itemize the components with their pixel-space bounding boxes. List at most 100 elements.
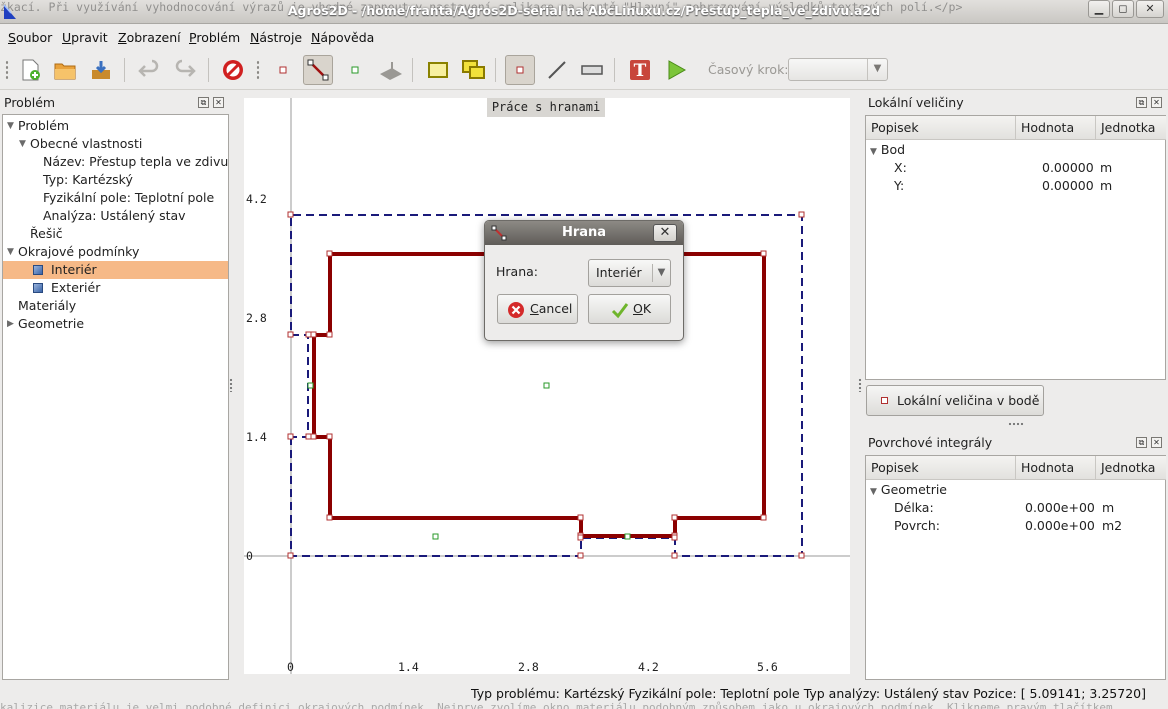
draw-box-button[interactable] <box>577 55 607 85</box>
tree-item[interactable]: Analýza: Ustálený stav <box>3 207 228 225</box>
problem-tree[interactable]: ▼ Problém ▼ Obecné vlastnosti Název: Přestup… <box>2 114 229 680</box>
postprocessor-button[interactable] <box>376 55 406 85</box>
cancel-button[interactable]: Cancel <box>497 294 578 324</box>
edge-icon <box>491 225 507 241</box>
row-value: 0.00000 <box>1042 160 1094 175</box>
column-header-hodnota[interactable]: Hodnota <box>1016 456 1096 480</box>
time-step-combo[interactable]: ▼ <box>788 58 888 81</box>
draw-line-button[interactable] <box>542 55 572 85</box>
tree-group-geometrie[interactable]: ▼ Geometrie <box>870 481 947 499</box>
line-icon <box>548 61 566 79</box>
close-dock-icon[interactable]: ✕ <box>1151 437 1162 448</box>
menu-upravit[interactable]: Upravit <box>62 30 108 45</box>
delete-button[interactable] <box>218 55 248 85</box>
x-tick-label: 1.4 <box>398 660 419 674</box>
column-header-hodnota[interactable]: Hodnota <box>1016 116 1096 140</box>
title-bar[interactable]: žkací. Při využívání vyhodnocování výraz… <box>0 0 1168 24</box>
edge-field-label: Hrana: <box>496 264 538 279</box>
menu-napoveda[interactable]: Nápověda <box>311 30 374 45</box>
tree-item[interactable]: Materiály <box>3 297 228 315</box>
tree-item[interactable]: ▼ Obecné vlastnosti <box>3 135 228 153</box>
tree-item[interactable]: Typ: Kartézský <box>3 171 228 189</box>
column-header-jednotka[interactable]: Jednotka <box>1096 456 1166 480</box>
tree-item[interactable]: Název: Přestup tepla ve zdivu <box>3 153 228 171</box>
new-file-button[interactable] <box>15 55 45 85</box>
splitter-handle[interactable] <box>229 378 233 392</box>
menu-soubor[interactable]: Soubor <box>8 30 52 45</box>
select-node-button[interactable] <box>505 55 535 85</box>
minimize-button[interactable]: ▁ <box>1088 0 1110 18</box>
geometry-canvas[interactable] <box>244 98 850 674</box>
row-unit: m2 <box>1102 518 1123 533</box>
float-dock-icon[interactable]: ⧉ <box>1136 437 1147 448</box>
row-unit: m <box>1100 160 1113 175</box>
surface-integrals-table[interactable]: Popisek Hodnota Jednotka ▼ Geometrie Dél… <box>865 455 1166 680</box>
undo-button[interactable] <box>134 55 164 85</box>
tree-item[interactable]: ▶ Geometrie <box>3 315 228 333</box>
cube-icon <box>33 265 43 275</box>
surface-integrals-title: Povrchové integrály <box>868 435 993 450</box>
tree-group-bod[interactable]: ▼ Bod <box>870 141 905 159</box>
dialog-close-button[interactable]: ✕ <box>653 224 677 242</box>
splitter-handle[interactable] <box>858 378 862 392</box>
tree-item[interactable]: Exteriér <box>3 279 228 297</box>
problem-panel-title: Problém <box>4 95 56 110</box>
chevron-down-icon: ▼ <box>652 264 670 282</box>
add-rectangle-button[interactable] <box>423 55 453 85</box>
node-mode-button[interactable] <box>268 55 298 85</box>
edge-dialog: Hrana ✕ Hrana: Interiér ▼ Cancel OK <box>484 220 684 341</box>
row-unit: m <box>1102 500 1115 515</box>
expand-arrow-icon[interactable]: ▼ <box>7 117 14 135</box>
close-window-button[interactable]: ✕ <box>1136 0 1164 18</box>
column-header-jednotka[interactable]: Jednotka <box>1096 116 1166 140</box>
save-icon <box>92 61 110 79</box>
label-icon <box>351 66 359 74</box>
splitter-handle[interactable] <box>1008 422 1024 426</box>
local-value-at-point-button[interactable]: Lokální veličina v bodě <box>866 385 1044 416</box>
expand-arrow-icon[interactable]: ▼ <box>7 243 14 261</box>
edge-boundary-select[interactable]: Interiér ▼ <box>588 259 671 287</box>
menu-nastroje[interactable]: Nástroje <box>250 30 302 45</box>
status-problem-type: Typ problému: Kartézský <box>471 686 625 701</box>
canvas-mode-header: Práce s hranami <box>487 98 605 117</box>
toolbar-grip[interactable] <box>256 60 260 80</box>
tree-item[interactable]: Interiér <box>3 261 228 279</box>
tree-item[interactable]: ▼ Problém <box>3 117 228 135</box>
column-header-popisek[interactable]: Popisek <box>866 456 1016 480</box>
undo-icon <box>138 59 159 77</box>
tree-item-label: Fyzikální pole: Teplotní pole <box>43 190 215 205</box>
column-header-popisek[interactable]: Popisek <box>866 116 1016 140</box>
open-file-button[interactable] <box>50 55 80 85</box>
toolbar-grip[interactable] <box>5 60 9 80</box>
save-file-button[interactable] <box>86 55 116 85</box>
select-node-icon <box>516 66 524 74</box>
tree-item[interactable]: Řešič <box>3 225 228 243</box>
float-dock-icon[interactable]: ⧉ <box>198 97 209 108</box>
close-dock-icon[interactable]: ✕ <box>1151 97 1162 108</box>
expand-arrow-icon[interactable]: ▼ <box>19 135 26 153</box>
menu-problem[interactable]: Problém <box>189 30 240 45</box>
box-icon <box>581 65 603 75</box>
local-values-table[interactable]: Popisek Hodnota Jednotka ▼ Bod X: 0.0000… <box>865 115 1166 380</box>
collapse-arrow-icon[interactable]: ▶ <box>7 315 14 333</box>
solve-button[interactable] <box>661 55 691 85</box>
local-values-title: Lokální veličiny <box>868 95 964 110</box>
edge-mode-button[interactable] <box>303 55 333 85</box>
redo-button[interactable] <box>170 55 200 85</box>
stop-delete-icon <box>223 60 243 80</box>
maximize-button[interactable]: ◻ <box>1112 0 1134 18</box>
add-shapes-button[interactable] <box>459 55 489 85</box>
tree-item-label: Problém <box>18 118 70 133</box>
tree-item[interactable]: Fyzikální pole: Teplotní pole <box>3 189 228 207</box>
ok-button[interactable]: OK <box>588 294 671 324</box>
menu-bar: Soubor Upravit Zobrazení Problém Nástroj… <box>0 24 1168 50</box>
geometry-drawing[interactable] <box>244 98 850 674</box>
tree-item[interactable]: ▼ Okrajové podmínky <box>3 243 228 261</box>
label-mode-button[interactable] <box>340 55 370 85</box>
script-editor-button[interactable]: T <box>625 55 655 85</box>
time-step-label: Časový krok: <box>708 62 789 77</box>
dialog-title-bar[interactable]: Hrana ✕ <box>485 221 683 245</box>
menu-zobrazeni[interactable]: Zobrazení <box>118 30 181 45</box>
float-dock-icon[interactable]: ⧉ <box>1136 97 1147 108</box>
close-dock-icon[interactable]: ✕ <box>213 97 224 108</box>
